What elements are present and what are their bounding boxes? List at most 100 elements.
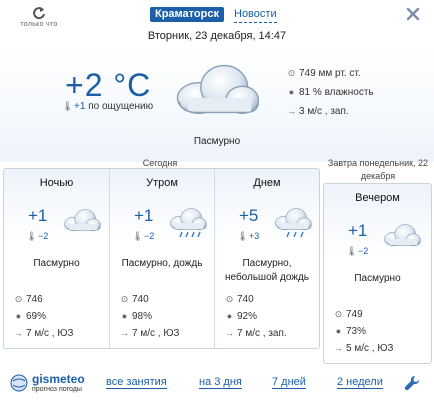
tomorrow-label: Завтра понедельник, 22 декабря bbox=[327, 158, 429, 181]
period-humidity: 69% bbox=[26, 311, 47, 322]
period-feels-value: −2 bbox=[358, 246, 369, 256]
period-feels-like: 🌡︎−2 bbox=[26, 231, 48, 242]
period-wind: 7 м/с , ЮЗ bbox=[26, 328, 74, 339]
cloud-icon bbox=[382, 222, 422, 248]
gismeteo-logo[interactable]: gismeteo прогноз погоды bbox=[10, 372, 100, 398]
period-condition: Пасмурно bbox=[354, 273, 401, 284]
feels-like: 🌡︎+1 по ощущению bbox=[62, 101, 153, 112]
gauge-icon: ⊙ bbox=[120, 294, 129, 304]
tomorrow-forecast: Вечером +1 🌡︎−2 Пасмурно ⊙ 749 ● 73% → 5 м/… bbox=[323, 183, 432, 364]
logo-name: gismeteo bbox=[32, 372, 85, 386]
period-humidity: 92% bbox=[237, 311, 258, 322]
current-datetime: Вторник, 23 декабря, 14:47 bbox=[147, 30, 287, 42]
gauge-icon: ⊙ bbox=[287, 68, 296, 78]
period-details: ⊙ 740 ● 92% → 7 м/с , зап. bbox=[225, 293, 287, 344]
forecast-period: Днем +5 🌡︎+3 Пасмурно, небольшой дождь ⊙… bbox=[214, 169, 319, 348]
drop-icon: ● bbox=[288, 87, 295, 97]
wind-value: 3 м/с , зап. bbox=[299, 106, 349, 117]
forecast-period: Ночью +1 🌡︎−2 Пасмурно ⊙ 746 ● 69% → 7 м/с … bbox=[4, 169, 109, 348]
period-wind: 7 м/с , зап. bbox=[237, 328, 287, 339]
arrow-right-icon: → bbox=[120, 328, 129, 338]
today-label: Сегодня bbox=[142, 158, 178, 168]
refresh-button[interactable]: только что bbox=[14, 6, 64, 28]
gauge-icon: ⊙ bbox=[14, 294, 23, 304]
pressure-row: ⊙ 749 мм рт. ст. bbox=[287, 67, 374, 86]
thermometer-icon: 🌡︎ bbox=[346, 246, 358, 256]
tab-city[interactable]: Краматорск bbox=[150, 7, 224, 22]
current-condition: Пасмурно bbox=[193, 136, 241, 147]
gauge-icon: ⊙ bbox=[225, 294, 234, 304]
arrow-right-icon: → bbox=[334, 343, 343, 353]
forecast-period: Вечером +1 🌡︎−2 Пасмурно ⊙ 749 ● 73% → 5 м/… bbox=[324, 184, 431, 363]
period-pressure: 740 bbox=[132, 294, 149, 305]
drop-icon: ● bbox=[121, 311, 128, 321]
period-humidity: 73% bbox=[346, 326, 367, 337]
period-name: Вечером bbox=[355, 192, 400, 204]
period-condition: Пасмурно bbox=[33, 258, 80, 269]
period-feels-like: 🌡︎+3 bbox=[237, 231, 259, 242]
period-condition: Пасмурно, дождь bbox=[121, 258, 203, 269]
period-pressure: 749 bbox=[346, 309, 363, 320]
period-temperature: +1 bbox=[28, 206, 48, 225]
period-name: Днем bbox=[253, 177, 281, 189]
period-feels-value: −2 bbox=[38, 231, 49, 241]
period-feels-like: 🌡︎−2 bbox=[346, 246, 368, 257]
top-bar: только что Краматорск Новости bbox=[0, 0, 434, 30]
logo-subtitle: прогноз погоды bbox=[32, 386, 82, 393]
thermometer-icon: 🌡︎ bbox=[62, 101, 74, 111]
tab-news[interactable]: Новости bbox=[234, 7, 277, 23]
period-temperature: +1 bbox=[348, 221, 368, 240]
period-name: Ночью bbox=[39, 177, 74, 189]
wind-row: → 3 м/с , зап. bbox=[287, 105, 374, 124]
link-now[interactable]: все занятия bbox=[106, 376, 167, 389]
period-pressure: 740 bbox=[237, 294, 254, 305]
period-condition: Пасмурно, небольшой дождь bbox=[224, 258, 310, 283]
refresh-icon bbox=[33, 7, 45, 20]
gauge-icon: ⊙ bbox=[334, 309, 343, 319]
link-7-days[interactable]: 7 дней bbox=[272, 376, 306, 389]
drop-icon: ● bbox=[335, 326, 342, 336]
period-details: ⊙ 746 ● 69% → 7 м/с , ЮЗ bbox=[14, 293, 73, 344]
rain-cloud-icon bbox=[275, 208, 312, 238]
cloud-icon bbox=[62, 207, 102, 233]
period-details: ⊙ 749 ● 73% → 5 м/с , ЮЗ bbox=[334, 308, 393, 359]
current-temperature: +2 °C bbox=[65, 67, 152, 103]
link-3-days[interactable]: на 3 дня bbox=[199, 376, 242, 389]
thermometer-icon: 🌡︎ bbox=[237, 231, 249, 241]
forecast-period: Утром +1 🌡︎−2 Пасмурно, дождь ⊙ 740 ● 98% … bbox=[109, 169, 214, 348]
wrench-icon[interactable] bbox=[404, 375, 420, 391]
bottom-bar: gismeteo прогноз погоды все занятия на 3… bbox=[0, 370, 434, 403]
arrow-right-icon: → bbox=[225, 328, 234, 338]
period-humidity: 98% bbox=[132, 311, 153, 322]
feels-like-label: по ощущению bbox=[88, 101, 154, 112]
link-2-weeks[interactable]: 2 недели bbox=[337, 376, 383, 389]
period-name: Утром bbox=[146, 177, 178, 189]
current-details: ⊙ 749 мм рт. ст. ● 81 % влажность → 3 м/с ,… bbox=[287, 67, 374, 124]
humidity-value: 81 % влажность bbox=[299, 87, 374, 98]
pressure-value: 749 мм рт. ст. bbox=[299, 68, 361, 79]
humidity-row: ● 81 % влажность bbox=[287, 86, 374, 105]
rain-cloud-icon bbox=[170, 208, 207, 238]
current-weather-panel: +2 °C 🌡︎+1 по ощущению Пасмурно ⊙ 749 мм … bbox=[0, 50, 434, 162]
arrow-right-icon: → bbox=[287, 106, 296, 116]
refresh-caption: только что bbox=[20, 21, 58, 28]
globe-icon bbox=[10, 374, 28, 392]
drop-icon: ● bbox=[15, 311, 22, 321]
cloud-icon bbox=[172, 60, 262, 118]
drop-icon: ● bbox=[226, 311, 233, 321]
period-pressure: 746 bbox=[26, 294, 43, 305]
period-feels-value: +3 bbox=[249, 231, 260, 241]
arrow-right-icon: → bbox=[14, 328, 23, 338]
thermometer-icon: 🌡︎ bbox=[132, 231, 144, 241]
feels-like-value: +1 bbox=[74, 101, 86, 112]
period-feels-value: −2 bbox=[144, 231, 155, 241]
period-temperature: +5 bbox=[239, 206, 259, 225]
period-wind: 7 м/с , ЮЗ bbox=[132, 328, 180, 339]
period-temperature: +1 bbox=[134, 206, 154, 225]
period-wind: 5 м/с , ЮЗ bbox=[346, 343, 394, 354]
period-details: ⊙ 740 ● 98% → 7 м/с , ЮЗ bbox=[120, 293, 179, 344]
period-feels-like: 🌡︎−2 bbox=[132, 231, 154, 242]
thermometer-icon: 🌡︎ bbox=[26, 231, 38, 241]
today-forecast: Ночью +1 🌡︎−2 Пасмурно ⊙ 746 ● 69% → 7 м/с … bbox=[3, 168, 320, 349]
close-icon[interactable] bbox=[405, 6, 421, 22]
